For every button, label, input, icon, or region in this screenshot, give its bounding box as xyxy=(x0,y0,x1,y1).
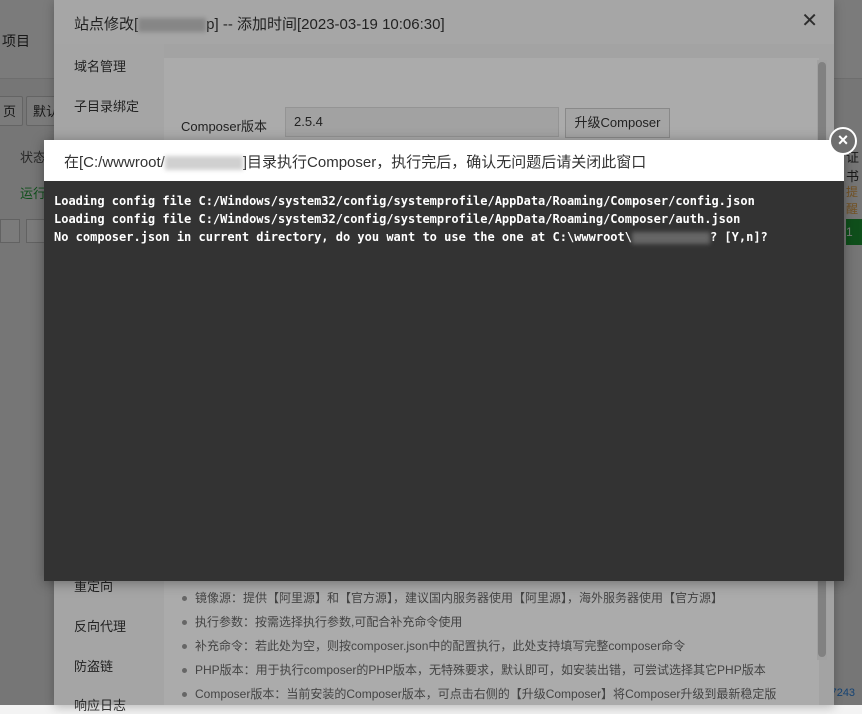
terminal-title-prefix: 在[C:/wwwroot/ xyxy=(64,154,165,171)
terminal-title-suffix: ]目录执行Composer，执行完后，确认无问题后请关闭此窗口 xyxy=(242,154,647,171)
terminal-output[interactable]: Loading config file C:/Windows/system32/… xyxy=(44,181,844,581)
terminal-line-3: No composer.json in current directory, d… xyxy=(54,230,768,244)
terminal-title: 在[C:/wwwroot/ ]目录执行Composer，执行完后，确认无问题后请关… xyxy=(64,151,646,172)
terminal-line-3-prefix: No composer.json in current directory, d… xyxy=(54,230,632,244)
terminal-line-3-suffix: ? [Y,n]? xyxy=(709,230,768,244)
terminal-line-2: Loading config file C:/Windows/system32/… xyxy=(54,212,741,226)
redacted-path xyxy=(164,156,243,171)
terminal-line-1: Loading config file C:/Windows/system32/… xyxy=(54,194,755,208)
composer-terminal-dialog: 在[C:/wwwroot/ ]目录执行Composer，执行完后，确认无问题后请关… xyxy=(44,140,844,581)
redacted-dir xyxy=(631,231,710,244)
close-icon[interactable]: × xyxy=(829,127,857,155)
terminal-header: 在[C:/wwwroot/ ]目录执行Composer，执行完后，确认无问题后请关… xyxy=(44,140,844,180)
